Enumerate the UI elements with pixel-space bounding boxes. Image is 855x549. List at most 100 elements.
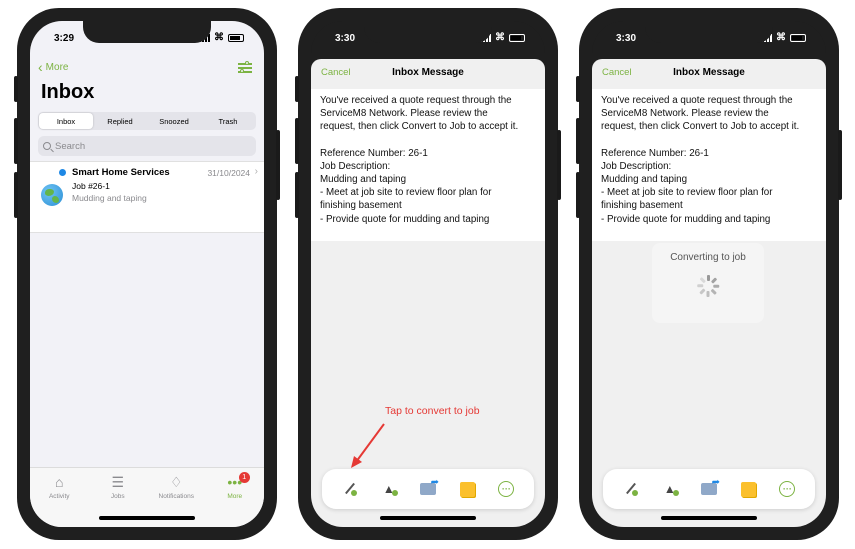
chevron-left-icon: ‹: [38, 59, 43, 75]
wifi-icon: ⌘: [495, 32, 505, 43]
reply-icon: [419, 477, 439, 495]
note-icon: [740, 481, 756, 497]
message-sender: Smart Home Services: [72, 167, 170, 178]
wifi-icon: ⌘: [214, 32, 224, 43]
tab-more[interactable]: ••• 1 More: [206, 472, 265, 527]
note-icon: [459, 481, 475, 497]
search-icon: [43, 142, 51, 150]
screen-inbox: 3:29 ⌘ ‹ More Inbox Inbox Replied Snooze…: [30, 21, 264, 527]
phone-side-button: [576, 76, 580, 102]
message-line: ServiceM8 Network. Please review the: [601, 108, 769, 120]
convert-to-job-icon: [343, 482, 357, 496]
note-button[interactable]: [456, 478, 478, 500]
notch: [364, 21, 492, 43]
sheet-header: Cancel Inbox Message: [592, 59, 826, 85]
reply-icon: [700, 477, 720, 495]
phone-side-button: [576, 118, 580, 164]
status-time: 3:30: [616, 32, 637, 44]
more-icon: ···: [779, 481, 796, 497]
tab-label: More: [227, 493, 243, 500]
message-line: request, then click Convert to Job to ac…: [601, 121, 800, 133]
list-icon: ☰: [111, 474, 125, 490]
cancel-button[interactable]: Cancel: [321, 67, 351, 78]
bell-icon: ♢: [169, 474, 183, 490]
search-placeholder: Search: [55, 140, 86, 152]
more-button[interactable]: ···: [776, 478, 798, 500]
message-line: You've received a quote request through …: [320, 95, 512, 106]
annotation-arrow-icon: [351, 423, 385, 468]
screen-converting: 3:30 ⌘ Cancel Inbox Message You've recei…: [592, 21, 826, 527]
notch: [645, 21, 773, 43]
nav-bar: ‹ More: [30, 55, 264, 79]
search-input[interactable]: Search: [38, 136, 256, 156]
forward-icon: ▲: [382, 482, 398, 496]
message-toolbar: ▲ ···: [603, 469, 815, 509]
notification-badge: 1: [238, 472, 250, 483]
chevron-right-icon: ›: [254, 166, 258, 177]
message-line: request, then click Convert to Job to ac…: [320, 121, 519, 133]
forward-button[interactable]: ▲: [378, 478, 400, 500]
message-line: Mudding and taping: [320, 174, 407, 186]
sheet-title: Inbox Message: [673, 66, 745, 78]
message-line: Reference Number: 26-1: [601, 147, 709, 159]
message-line: - Provide quote for mudding and taping: [320, 213, 490, 225]
phone-side-button: [838, 130, 842, 200]
message-line: - Meet at job site to review floor plan …: [601, 187, 773, 199]
status-time: 3:29: [54, 32, 75, 44]
unread-dot-icon: [59, 169, 66, 176]
message-line: Job Description:: [320, 160, 391, 172]
phone-side-button: [557, 130, 561, 200]
message-line: ServiceM8 Network. Please review the: [320, 108, 488, 120]
message-toolbar: ▲ ···: [322, 469, 534, 509]
home-indicator: [99, 516, 195, 520]
home-indicator: [661, 516, 757, 520]
segment-trash[interactable]: Trash: [201, 113, 255, 129]
three-phone-screenshot: 3:29 ⌘ ‹ More Inbox Inbox Replied Snooze…: [0, 0, 855, 549]
converting-label: Converting to job: [670, 252, 746, 263]
phone-message: 3:30 ⌘ Cancel Inbox Message You've recei…: [295, 8, 561, 540]
more-button[interactable]: ···: [495, 478, 517, 500]
more-icon: ···: [498, 481, 515, 497]
phone-side-button: [295, 118, 299, 164]
list-item[interactable]: Smart Home Services 31/10/2024 › Job #26…: [30, 161, 264, 233]
convert-to-job-button[interactable]: [339, 478, 361, 500]
reply-button[interactable]: [698, 477, 720, 500]
converting-overlay: Converting to job: [652, 243, 764, 323]
note-button[interactable]: [737, 478, 759, 500]
tab-label: Activity: [48, 493, 70, 500]
phone-side-button: [14, 172, 18, 218]
tab-label: Jobs: [110, 493, 125, 500]
message-line: finishing basement: [320, 200, 402, 212]
convert-to-job-button[interactable]: [620, 478, 642, 500]
phone-side-button: [295, 172, 299, 218]
globe-icon: [41, 184, 63, 206]
message-job: Job #26-1: [72, 181, 110, 191]
phone-side-button: [14, 118, 18, 164]
phone-side-button: [295, 76, 299, 102]
filter-sliders-icon[interactable]: [238, 60, 252, 73]
sheet-title: Inbox Message: [392, 66, 464, 78]
reply-button[interactable]: [417, 477, 439, 500]
tab-activity[interactable]: ⌂ Activity: [30, 474, 89, 527]
page-title: Inbox: [41, 81, 95, 103]
back-label: More: [45, 61, 69, 73]
segment-inbox[interactable]: Inbox: [39, 113, 93, 129]
home-indicator: [380, 516, 476, 520]
forward-button[interactable]: ▲: [659, 478, 681, 500]
phone-converting: 3:30 ⌘ Cancel Inbox Message You've recei…: [576, 8, 842, 540]
message-line: - Provide quote for mudding and taping: [601, 213, 771, 225]
battery-icon: [790, 34, 806, 42]
status-time: 3:30: [335, 32, 356, 44]
loading-spinner-icon: [697, 275, 720, 297]
message-sheet: Cancel Inbox Message You've received a q…: [592, 59, 826, 527]
message-date: 31/10/2024: [207, 168, 250, 178]
cancel-button[interactable]: Cancel: [602, 67, 632, 78]
segment-replied[interactable]: Replied: [93, 113, 147, 129]
segmented-control: Inbox Replied Snoozed Trash: [38, 112, 256, 130]
message-line: - Meet at job site to review floor plan …: [320, 187, 492, 199]
segment-snoozed[interactable]: Snoozed: [147, 113, 201, 129]
wifi-icon: ⌘: [776, 32, 786, 43]
phone-inbox: 3:29 ⌘ ‹ More Inbox Inbox Replied Snooze…: [14, 8, 280, 540]
back-button[interactable]: ‹ More: [38, 60, 68, 74]
tab-label: Notifications: [158, 493, 194, 500]
